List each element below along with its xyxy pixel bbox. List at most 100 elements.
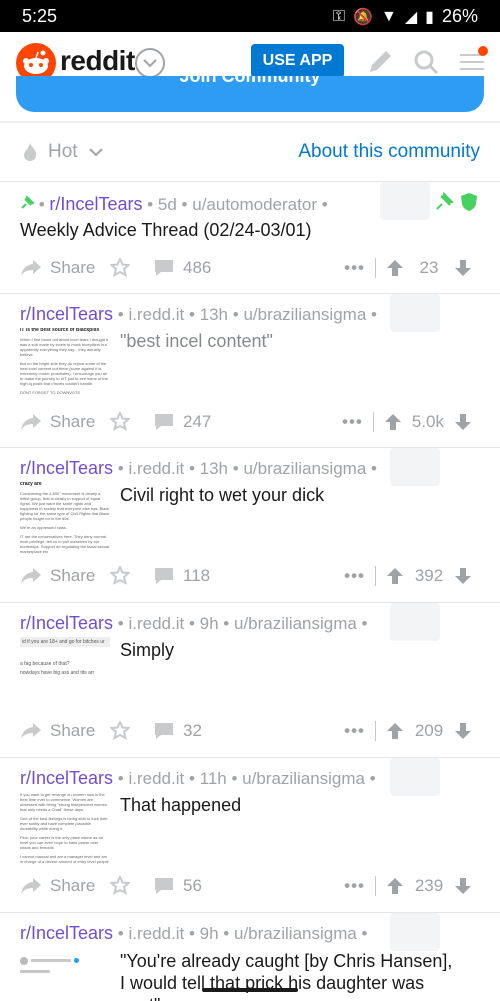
author-link[interactable]: u/braziliansigma	[243, 459, 366, 478]
award-button[interactable]	[110, 566, 130, 586]
downvote-icon[interactable]	[454, 721, 472, 741]
downvote-icon[interactable]	[454, 566, 472, 586]
subreddit-link[interactable]: r/IncelTears	[49, 194, 142, 214]
upvote-icon[interactable]	[386, 876, 404, 896]
flame-icon	[24, 143, 37, 161]
vote-controls: ••• 209	[344, 721, 472, 741]
post-domain[interactable]: i.redd.it	[128, 614, 184, 633]
post-title[interactable]: "best incel content"	[120, 331, 273, 352]
author-link[interactable]: u/braziliansigma	[242, 769, 365, 788]
author-link[interactable]: u/braziliansigma	[234, 614, 357, 633]
post-domain[interactable]: i.redd.it	[128, 459, 184, 478]
post-card[interactable]: r/IncelTears • i.redd.it • 13h • u/brazi…	[0, 447, 500, 603]
share-label: Share	[50, 258, 96, 277]
post-actions: Share 32 ••• 209	[20, 717, 480, 747]
post-thumbnail[interactable]: id if you are 18+ and go for bitches ur …	[20, 637, 110, 722]
downvote-icon[interactable]	[454, 412, 472, 432]
subreddit-link[interactable]: r/IncelTears	[20, 304, 113, 324]
separator	[372, 412, 374, 432]
sort-label: Hot	[48, 141, 78, 162]
thumbnail-text: DONT FORGET TO DOWNVOTE	[20, 390, 81, 395]
post-title[interactable]: Simply	[120, 640, 174, 661]
author-link[interactable]: u/braziliansigma	[234, 924, 357, 943]
join-community-button[interactable]: Join Community	[16, 76, 484, 112]
subreddit-link[interactable]: r/IncelTears	[20, 458, 113, 478]
shield-icon	[461, 193, 477, 211]
thumbnail-placeholder	[390, 294, 440, 332]
comments-button[interactable]: 32	[153, 721, 202, 741]
reddit-wordmark[interactable]: reddit	[60, 45, 135, 77]
subreddit-link[interactable]: r/IncelTears	[20, 768, 113, 788]
comments-button[interactable]: 56	[153, 876, 202, 896]
vote-controls: ••• 5.0k	[342, 412, 472, 432]
thumbnail-text: Plus, your career is the only place wher…	[20, 835, 103, 850]
post-thumbnail[interactable]	[20, 953, 110, 1001]
share-button[interactable]: Share	[20, 566, 95, 586]
status-time: 5:25	[22, 6, 58, 26]
award-button[interactable]	[110, 412, 130, 432]
downvote-icon[interactable]	[454, 258, 472, 278]
share-button[interactable]: Share	[20, 412, 95, 432]
thumbnail-text: IT are the conservatives here. They deny…	[20, 534, 110, 554]
use-app-button[interactable]: USE APP	[251, 44, 344, 78]
post-title[interactable]: That happened	[120, 795, 241, 816]
subreddit-link[interactable]: r/IncelTears	[20, 923, 113, 943]
post-thumbnail[interactable]: If you want to get revenge on women now …	[20, 792, 110, 877]
share-button[interactable]: Share	[20, 258, 95, 278]
post-title[interactable]: Weekly Advice Thread (02/24-03/01)	[20, 220, 312, 241]
post-age: 13h	[199, 305, 229, 324]
thumbnail-placeholder	[380, 182, 430, 220]
upvote-icon[interactable]	[384, 412, 402, 432]
share-icon	[21, 568, 41, 584]
post-domain[interactable]: i.redd.it	[128, 305, 184, 324]
menu-icon[interactable]	[456, 46, 488, 78]
post-thumbnail[interactable]: crazy are Considering the 4,800" movemen…	[20, 482, 110, 567]
share-label: Share	[50, 412, 96, 431]
post-meta: • r/IncelTears • 5d • u/automoderator •	[20, 194, 328, 215]
post-title[interactable]: "You're already caught [by Chris Hansen]…	[120, 950, 460, 1001]
post-thumbnail[interactable]: IT is the best source of Blackpills When…	[20, 328, 110, 413]
chevron-down-icon[interactable]	[135, 48, 165, 78]
pencil-icon[interactable]	[364, 46, 396, 78]
award-button[interactable]	[110, 876, 130, 896]
share-icon	[21, 723, 41, 739]
home-indicator[interactable]	[202, 988, 298, 992]
more-icon[interactable]: •••	[344, 721, 365, 741]
author-link[interactable]: u/automoderator	[192, 195, 317, 214]
post-domain[interactable]: i.redd.it	[128, 769, 184, 788]
downvote-icon[interactable]	[454, 876, 472, 896]
upvote-icon[interactable]	[386, 566, 404, 586]
comments-button[interactable]: 247	[153, 412, 211, 432]
more-icon[interactable]: •••	[344, 876, 365, 896]
vote-score: 209	[414, 721, 444, 740]
comment-count: 32	[183, 721, 202, 740]
sort-selector[interactable]: Hot	[22, 141, 104, 163]
search-icon[interactable]	[410, 46, 442, 78]
more-icon[interactable]: •••	[342, 412, 363, 432]
post-domain[interactable]: i.redd.it	[128, 924, 184, 943]
more-icon[interactable]: •••	[344, 258, 365, 278]
post-card[interactable]: r/IncelTears • i.redd.it • 13h • u/brazi…	[0, 293, 500, 448]
award-button[interactable]	[110, 721, 130, 741]
comments-button[interactable]: 486	[153, 258, 211, 278]
subreddit-link[interactable]: r/IncelTears	[20, 613, 113, 633]
award-icon	[110, 721, 130, 740]
post-title[interactable]: Civil right to wet your dick	[120, 485, 324, 506]
more-icon[interactable]: •••	[344, 566, 365, 586]
comment-icon	[155, 568, 173, 584]
post-meta: r/IncelTears • i.redd.it • 9h • u/brazil…	[20, 613, 368, 633]
upvote-icon[interactable]	[386, 258, 404, 278]
post-card[interactable]: r/IncelTears • i.redd.it • 9h • u/brazil…	[0, 602, 500, 758]
share-button[interactable]: Share	[20, 721, 95, 741]
award-button[interactable]	[110, 258, 130, 278]
post-meta: r/IncelTears • i.redd.it • 9h • u/brazil…	[20, 923, 368, 943]
post-meta: r/IncelTears • i.redd.it • 13h • u/brazi…	[20, 458, 377, 478]
comments-button[interactable]: 118	[153, 566, 210, 586]
post-card[interactable]: • r/IncelTears • 5d • u/automoderator • …	[0, 181, 500, 294]
post-card[interactable]: r/IncelTears • i.redd.it • 11h • u/brazi…	[0, 757, 500, 913]
author-link[interactable]: u/braziliansigma	[243, 305, 366, 324]
upvote-icon[interactable]	[386, 721, 404, 741]
share-icon	[21, 260, 41, 276]
share-button[interactable]: Share	[20, 876, 95, 896]
about-community-link[interactable]: About this community	[298, 141, 480, 163]
